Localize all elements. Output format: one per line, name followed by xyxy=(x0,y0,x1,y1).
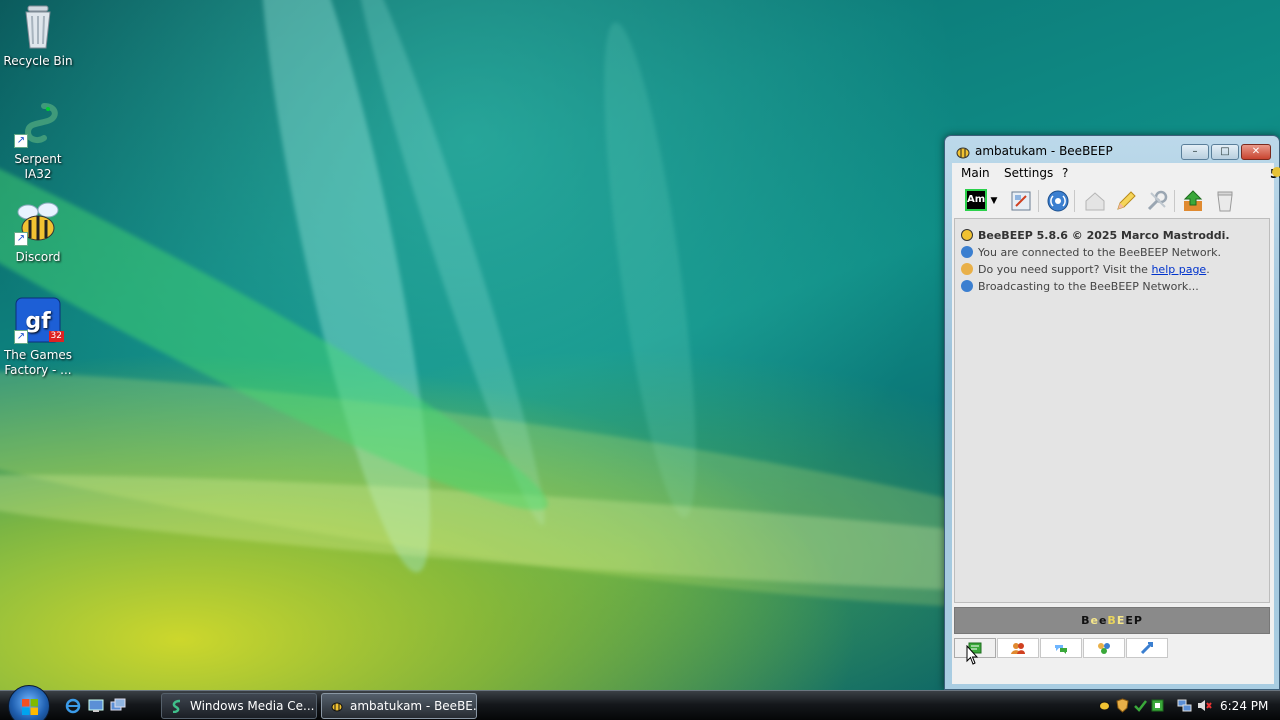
beebeep-banner: BeeBEEP xyxy=(954,607,1270,634)
groups-tab-icon[interactable] xyxy=(1040,638,1082,658)
pencil-icon[interactable] xyxy=(1114,189,1138,213)
chat-message: BeeBEEP 5.8.6 © 2025 Marco Mastroddi. xyxy=(961,229,1230,242)
shield-icon[interactable] xyxy=(1115,698,1130,713)
recycle-bin-icon xyxy=(14,2,62,50)
switch-windows-icon[interactable] xyxy=(110,698,126,714)
status-button[interactable]: Am xyxy=(965,189,987,211)
desktop-icon-label: Serpent IA32 xyxy=(14,152,62,181)
taskbar-item-beebeep[interactable]: ambatukam - BeeBE... xyxy=(321,693,477,719)
windows-logo-icon xyxy=(22,699,38,715)
title-bar[interactable]: ambatukam - BeeBEEP – □ ✕ xyxy=(945,136,1279,166)
bee-small-icon xyxy=(1272,167,1280,177)
support-icon xyxy=(961,263,973,275)
users-tab-icon[interactable] xyxy=(997,638,1039,658)
update-tray-icon[interactable] xyxy=(1150,698,1165,713)
update-arrow-icon[interactable] xyxy=(1181,189,1205,213)
home-icon[interactable] xyxy=(1083,189,1107,213)
menu-main[interactable]: Main xyxy=(961,166,990,180)
desktop-icon-discord[interactable]: ↗ Discord xyxy=(0,198,76,265)
chat-area[interactable]: BeeBEEP 5.8.6 © 2025 Marco Mastroddi. Yo… xyxy=(954,218,1270,603)
shortcut-arrow-icon: ↗ xyxy=(14,134,28,148)
bee-icon xyxy=(961,229,973,241)
menu-settings[interactable]: Settings xyxy=(1004,166,1053,180)
taskbar: Windows Media Ce... ambatukam - BeeBE...… xyxy=(0,685,1280,720)
chat-message: Broadcasting to the BeeBEEP Network... xyxy=(961,280,1199,293)
svg-text:gf: gf xyxy=(25,309,51,334)
mouse-cursor-icon xyxy=(966,644,979,665)
taskbar-item-windows-media-center[interactable]: Windows Media Ce... xyxy=(161,693,317,719)
chat-message: Do you need support? Visit the help page… xyxy=(961,263,1210,276)
minimize-button[interactable]: – xyxy=(1181,144,1209,160)
help-page-link[interactable]: help page xyxy=(1151,263,1206,276)
desktop-icon-label: The Games Factory - ... xyxy=(3,348,73,377)
beebeep-window[interactable]: ambatukam - BeeBEEP – □ ✕ Main Settings … xyxy=(944,135,1280,690)
edit-profile-icon[interactable] xyxy=(1009,189,1033,213)
window-title: ambatukam - BeeBEEP xyxy=(975,144,1113,158)
volume-muted-icon[interactable] xyxy=(1197,698,1212,713)
start-button[interactable] xyxy=(8,685,50,720)
menu-help[interactable]: ? xyxy=(1062,166,1068,180)
desktop-icon-serpent[interactable]: ↗ Serpent IA32 xyxy=(0,100,76,182)
toolbar: Am ▼ xyxy=(952,184,1274,218)
network-tray-icon[interactable] xyxy=(1177,698,1192,713)
desktop-icon-recycle-bin[interactable]: Recycle Bin xyxy=(0,2,76,69)
maximize-button[interactable]: □ xyxy=(1211,144,1239,160)
network-broadcast-icon[interactable] xyxy=(1046,189,1070,213)
internet-explorer-icon[interactable] xyxy=(65,698,81,714)
bee-icon xyxy=(331,702,343,712)
network-tab-icon[interactable] xyxy=(1083,638,1125,658)
badge-32: 32 xyxy=(48,331,64,342)
shortcut-arrow-icon: ↗ xyxy=(14,330,28,344)
network-icon xyxy=(961,246,973,258)
status-dropdown-icon[interactable]: ▼ xyxy=(989,189,999,213)
show-desktop-icon[interactable] xyxy=(88,698,104,714)
close-button[interactable]: ✕ xyxy=(1241,144,1271,160)
desktop-icon-label: Recycle Bin xyxy=(3,54,73,68)
tools-icon[interactable] xyxy=(1145,189,1169,213)
security-check-icon[interactable] xyxy=(1133,698,1148,713)
serpent-icon: ↗ xyxy=(14,100,62,148)
menu-bar: Main Settings ? 5.8.6 xyxy=(952,163,1280,183)
bottom-tabs xyxy=(954,638,1270,660)
shares-tab-icon[interactable] xyxy=(1126,638,1168,658)
shortcut-arrow-icon: ↗ xyxy=(14,232,28,246)
chat-message: You are connected to the BeeBEEP Network… xyxy=(961,246,1221,259)
desktop-icon-label: Discord xyxy=(15,250,61,264)
games-factory-icon: gf ↗ 32 xyxy=(14,296,64,344)
clock[interactable]: 6:24 PM xyxy=(1220,691,1268,720)
beebeep-tray-icon[interactable] xyxy=(1097,698,1112,713)
window-client-area: Main Settings ? 5.8.6 Am ▼ xyxy=(952,163,1280,684)
broadcast-icon xyxy=(961,280,973,292)
trash-icon[interactable] xyxy=(1213,189,1237,213)
beebeep-icon xyxy=(955,144,971,159)
desktop-icon-games-factory[interactable]: gf ↗ 32 The Games Factory - ... xyxy=(0,296,76,378)
bee-icon: ↗ xyxy=(14,198,62,246)
media-center-icon xyxy=(172,699,181,713)
